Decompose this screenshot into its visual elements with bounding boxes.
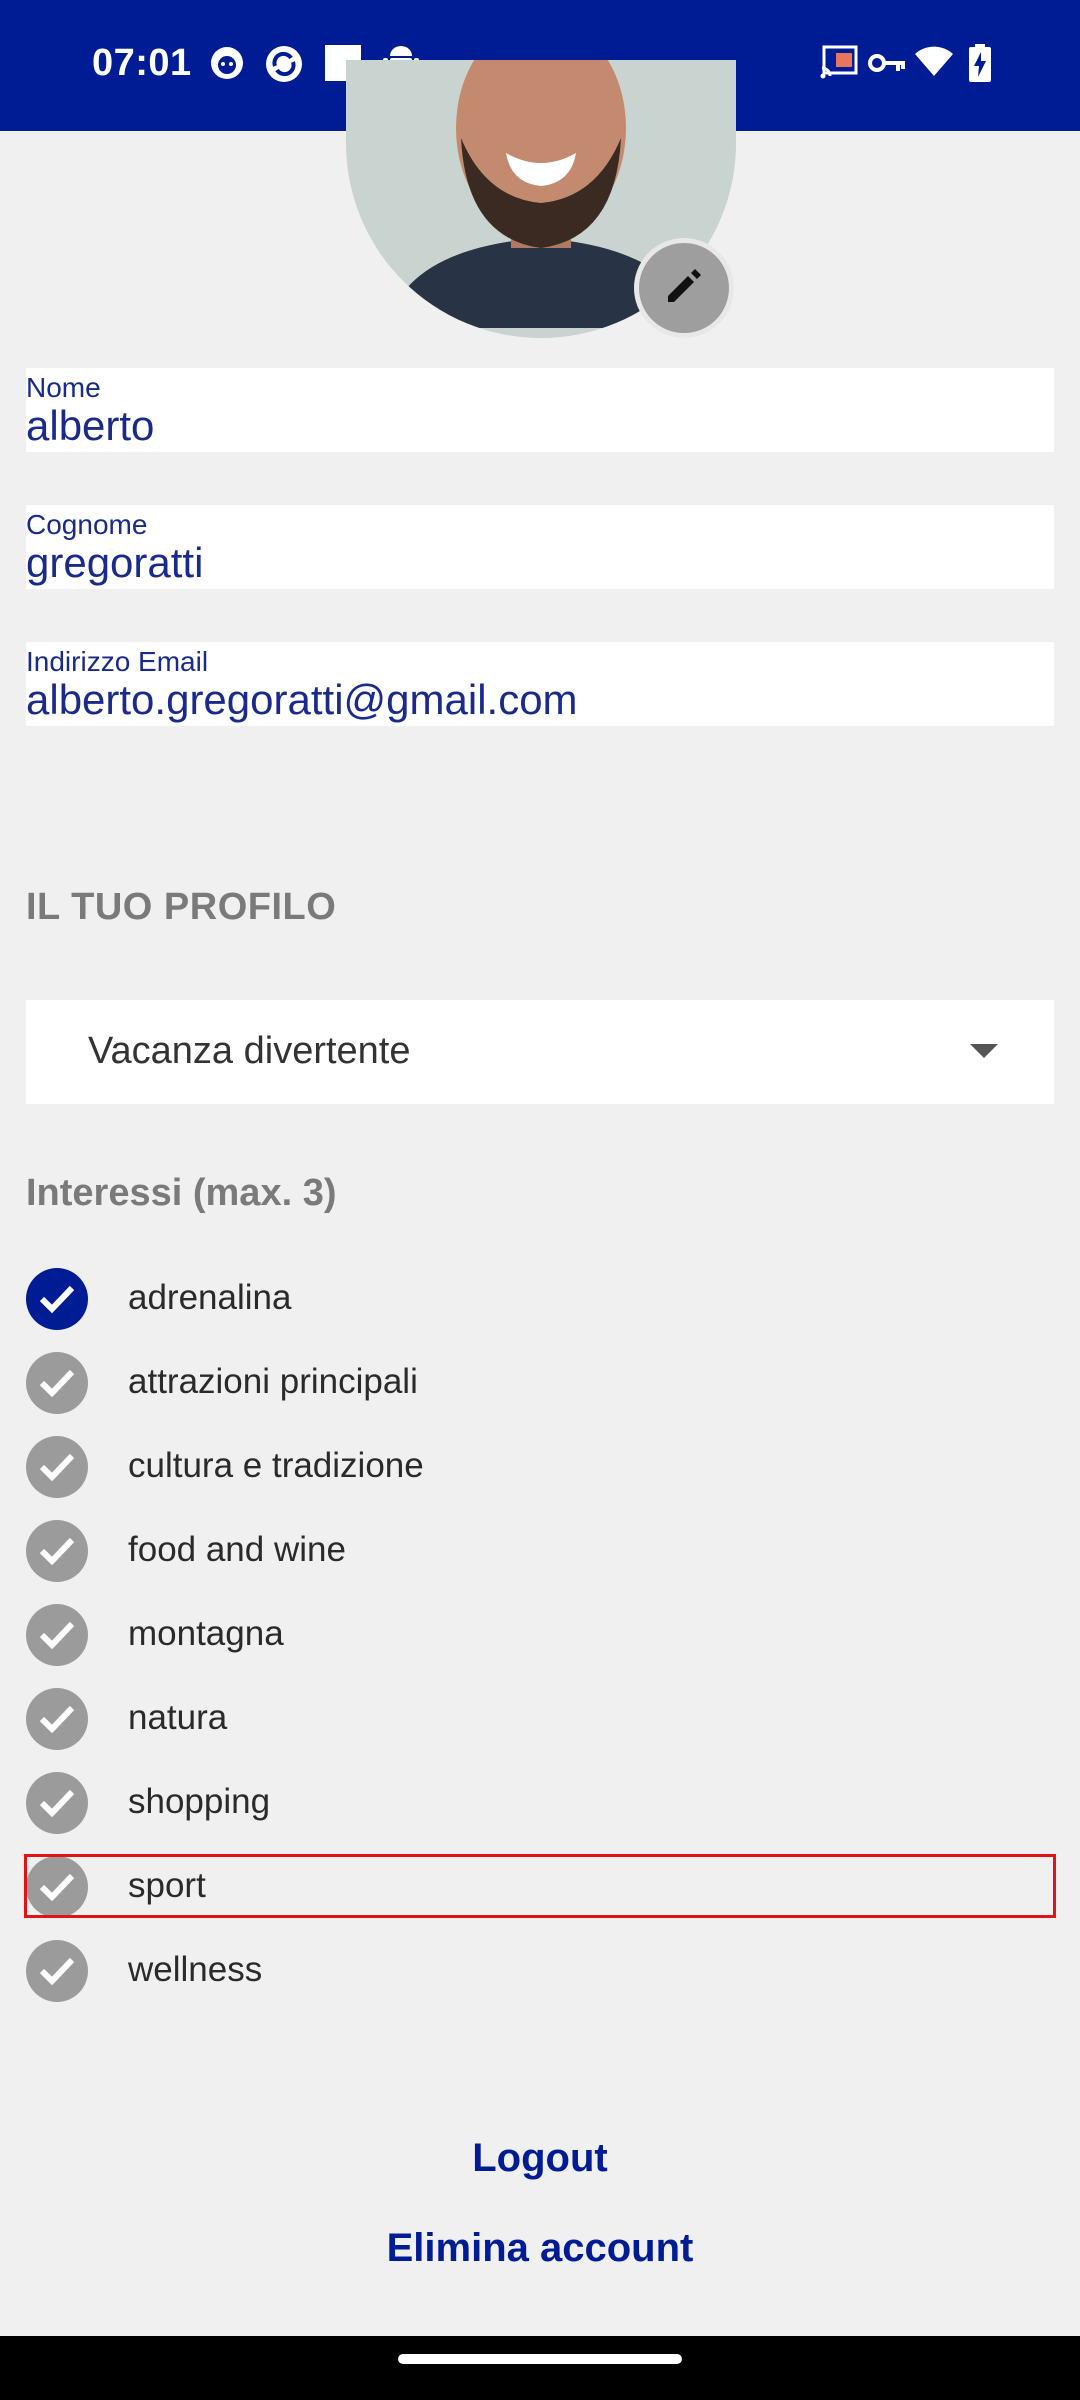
interest-label: cultura e tradizione [128, 1446, 424, 1485]
interest-item-natura[interactable]: natura [26, 1684, 1054, 1754]
interest-label: wellness [128, 1950, 263, 1989]
status-time: 07:01 [92, 42, 192, 84]
interest-item-attrazioni-principali[interactable]: attrazioni principali [26, 1348, 1054, 1418]
sync-icon [264, 44, 304, 89]
last-name-label: Cognome [26, 509, 148, 540]
battery-charging-icon [968, 44, 992, 87]
checkmark-icon[interactable] [26, 1856, 88, 1918]
pencil-icon [660, 262, 708, 315]
interest-item-montagna[interactable]: montagna [26, 1600, 1054, 1670]
first-name-field[interactable]: Nome alberto [26, 368, 1054, 452]
checkmark-icon[interactable] [26, 1604, 88, 1666]
interest-item-food-and-wine[interactable]: food and wine [26, 1516, 1054, 1586]
navigation-bar [0, 2336, 1080, 2400]
interest-item-cultura-e-tradizione[interactable]: cultura e tradizione [26, 1432, 1054, 1502]
logout-button[interactable]: Logout [0, 2136, 1080, 2181]
checkmark-icon[interactable] [26, 1772, 88, 1834]
delete-account-button[interactable]: Elimina account [0, 2226, 1080, 2271]
last-name-field[interactable]: Cognome gregoratti [26, 505, 1054, 589]
interest-item-wellness[interactable]: wellness [26, 1936, 1054, 2006]
vpn-key-icon [868, 52, 906, 79]
checkmark-icon[interactable] [26, 1688, 88, 1750]
checkmark-icon[interactable] [26, 1940, 88, 2002]
interests-title: Interessi (max. 3) [26, 1172, 337, 1214]
interest-item-shopping[interactable]: shopping [26, 1768, 1054, 1838]
section-title: IL TUO PROFILO [26, 886, 337, 928]
first-name-label: Nome [26, 372, 101, 403]
profile-type-dropdown[interactable]: Vacanza divertente [26, 1000, 1054, 1104]
checkmark-icon[interactable] [26, 1268, 88, 1330]
interest-label: adrenalina [128, 1278, 292, 1317]
last-name-value[interactable]: gregoratti [26, 539, 203, 587]
wifi-icon [914, 44, 954, 83]
email-field[interactable]: Indirizzo Email alberto.gregoratti@gmail… [26, 642, 1054, 726]
checkmark-icon[interactable] [26, 1352, 88, 1414]
home-gesture-handle[interactable] [398, 2354, 682, 2364]
interest-label: montagna [128, 1614, 284, 1653]
interest-label: attrazioni principali [128, 1362, 418, 1401]
profile-type-value: Vacanza divertente [88, 1030, 411, 1072]
dropdown-arrow-icon [970, 1044, 998, 1058]
checkmark-icon[interactable] [26, 1436, 88, 1498]
interest-item-sport[interactable]: sport [26, 1852, 1054, 1922]
interest-label: shopping [128, 1782, 271, 1821]
interest-label: natura [128, 1698, 228, 1737]
checkmark-icon[interactable] [26, 1520, 88, 1582]
cat-notification-icon [208, 44, 246, 87]
first-name-value[interactable]: alberto [26, 402, 154, 450]
email-value[interactable]: alberto.gregoratti@gmail.com [26, 676, 578, 724]
interest-item-adrenalina[interactable]: adrenalina [26, 1264, 1054, 1334]
interest-label: sport [128, 1866, 206, 1905]
edit-avatar-button[interactable] [634, 238, 734, 338]
cast-icon [820, 44, 858, 85]
interest-label: food and wine [128, 1530, 346, 1569]
email-label: Indirizzo Email [26, 646, 209, 677]
